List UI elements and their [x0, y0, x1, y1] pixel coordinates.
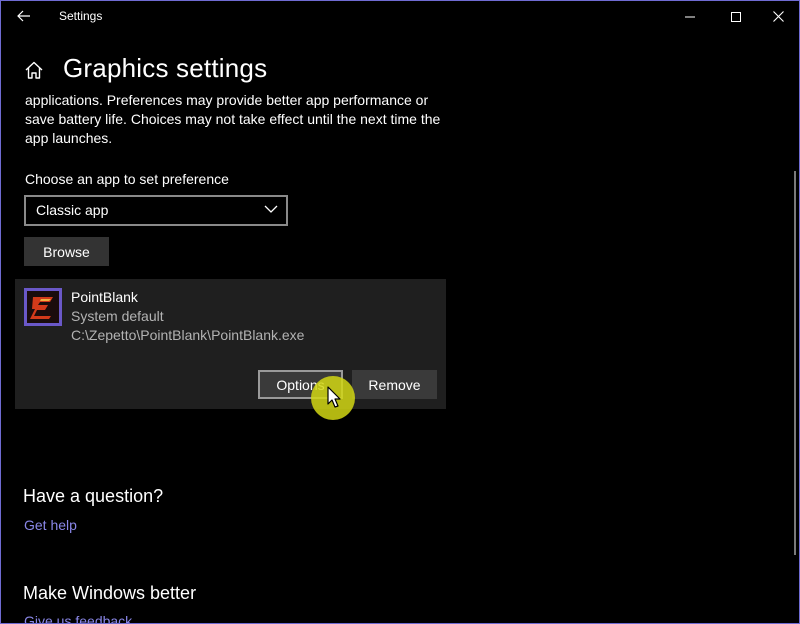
page-title: Graphics settings	[63, 53, 268, 83]
chevron-down-icon	[264, 205, 278, 213]
close-button[interactable]	[755, 1, 799, 32]
app-picker-label: Choose an app to set preference	[25, 171, 229, 187]
give-feedback-link[interactable]: Give us feedback	[24, 613, 132, 623]
app-type-dropdown[interactable]: Classic app	[24, 195, 288, 226]
app-list-item[interactable]: PointBlank System default C:\Zepetto\Poi…	[15, 279, 446, 409]
app-name: PointBlank	[71, 289, 138, 305]
minimize-icon	[685, 16, 695, 17]
browse-button[interactable]: Browse	[24, 237, 109, 266]
get-help-link[interactable]: Get help	[24, 517, 77, 533]
minimize-button[interactable]	[667, 1, 713, 32]
app-path: C:\Zepetto\PointBlank\PointBlank.exe	[71, 327, 305, 343]
home-icon[interactable]	[23, 59, 45, 81]
back-arrow-icon	[17, 10, 30, 22]
maximize-icon	[731, 11, 741, 22]
back-button[interactable]	[7, 3, 41, 29]
maximize-button[interactable]	[713, 1, 759, 32]
have-a-question-heading: Have a question?	[23, 486, 164, 506]
settings-window: Settings Graphics settings applications.…	[0, 0, 800, 624]
description-text: applications. Preferences may provide be…	[25, 92, 441, 146]
remove-button[interactable]: Remove	[352, 370, 437, 399]
pointblank-app-icon	[24, 288, 62, 326]
title-bar: Settings	[1, 1, 799, 32]
make-windows-better-heading: Make Windows better	[23, 583, 197, 603]
close-icon	[772, 11, 784, 22]
dropdown-selected-value: Classic app	[36, 202, 109, 218]
mouse-cursor-icon	[327, 386, 341, 408]
app-preference: System default	[71, 308, 164, 324]
vertical-scrollbar[interactable]	[794, 171, 796, 555]
window-title: Settings	[59, 9, 103, 23]
